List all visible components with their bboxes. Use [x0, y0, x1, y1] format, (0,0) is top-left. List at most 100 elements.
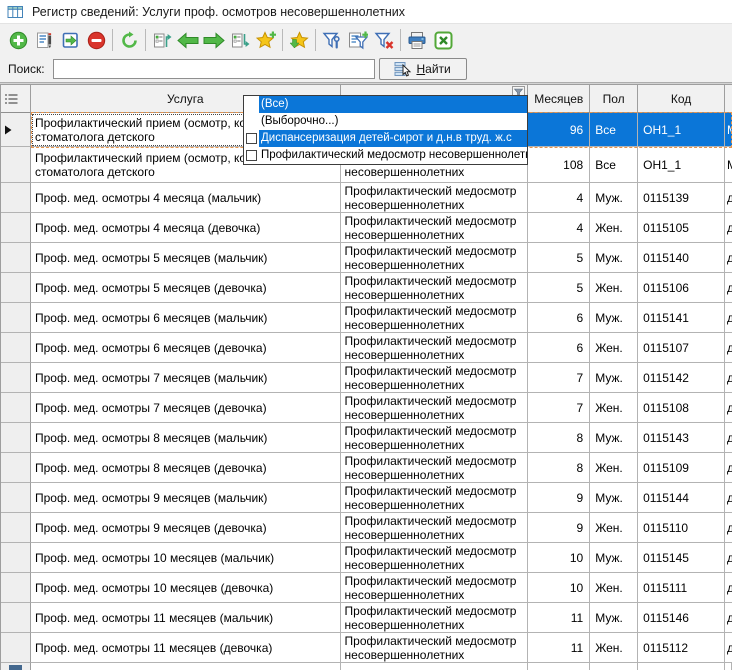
mon-cell[interactable]: 10	[528, 573, 590, 603]
svc-cell[interactable]: Проф. мед. осмотры 8 месяцев (девочка)	[31, 453, 341, 483]
frag-cell[interactable]: д	[725, 363, 732, 393]
filter-option[interactable]: (Все)	[244, 96, 527, 113]
table-row[interactable]: Проф. мед. осмотры 7 месяцев (девочка)Пр…	[1, 393, 732, 423]
svc-cell[interactable]: Проф. мед. осмотры 7 месяцев (мальчик)	[31, 363, 341, 393]
exam-cell[interactable]: Профилактический медосмотр несовершеннол…	[341, 513, 529, 543]
exam-cell[interactable]: Профилактический медосмотр несовершеннол…	[341, 423, 529, 453]
frag-cell[interactable]: д	[725, 483, 732, 513]
mon-cell[interactable]: 6	[528, 303, 590, 333]
exam-cell[interactable]: Профилактический медосмотр несовершеннол…	[341, 393, 529, 423]
mon-cell[interactable]: 4	[528, 183, 590, 213]
svc-cell[interactable]: Проф. мед. осмотры 5 месяцев (мальчик)	[31, 243, 341, 273]
filter-list-button[interactable]	[345, 26, 371, 54]
row-header-cell[interactable]	[1, 483, 31, 513]
mon-cell[interactable]: 11	[528, 603, 590, 633]
frag-cell[interactable]: д	[725, 183, 732, 213]
svc-cell[interactable]: Проф. мед. осмотры 6 месяцев (девочка)	[31, 333, 341, 363]
sex-cell[interactable]: Муж.	[590, 303, 638, 333]
table-row[interactable]: Проф. мед. осмотры 7 месяцев (мальчик)Пр…	[1, 363, 732, 393]
sex-cell[interactable]: Все	[590, 147, 638, 183]
frag-cell[interactable]: д	[725, 393, 732, 423]
row-header-cell[interactable]	[1, 213, 31, 243]
row-header-cell[interactable]	[1, 513, 31, 543]
search-input[interactable]	[53, 59, 375, 79]
code-cell[interactable]: 0115110	[638, 513, 725, 543]
column-header-code[interactable]: Код	[638, 85, 725, 113]
mon-cell[interactable]: 11	[528, 633, 590, 663]
filter-option[interactable]: Диспансеризация детей-сирот и д.н.в труд…	[244, 130, 527, 147]
table-row[interactable]: Проф. мед. осмотры 10 месяцев (девочка)П…	[1, 573, 732, 603]
row-header-cell[interactable]	[1, 183, 31, 213]
code-cell[interactable]: 0115106	[638, 273, 725, 303]
code-cell[interactable]: ОН1_1	[638, 113, 725, 147]
frag-cell[interactable]: д	[725, 633, 732, 663]
svc-cell[interactable]: Проф. мед. осмотры 4 месяца (девочка)	[31, 213, 341, 243]
sex-cell[interactable]: Муж.	[590, 483, 638, 513]
svc-cell[interactable]: Проф. мед. осмотры 5 месяцев (девочка)	[31, 273, 341, 303]
table-row[interactable]: Проф. мед. осмотры 11 месяцев (мальчик)П…	[1, 603, 732, 633]
row-header-cell[interactable]	[1, 113, 31, 147]
sex-cell[interactable]: Жен.	[590, 273, 638, 303]
code-cell[interactable]: 0115144	[638, 483, 725, 513]
filter-option-checkbox[interactable]	[246, 133, 257, 144]
sex-cell[interactable]: Жен.	[590, 393, 638, 423]
row-header-cell[interactable]	[1, 333, 31, 363]
arrow-left-button[interactable]	[175, 26, 201, 54]
table-row[interactable]: Проф. мед. осмотры 5 месяцев (девочка)Пр…	[1, 273, 732, 303]
mon-cell[interactable]: 6	[528, 333, 590, 363]
sex-cell[interactable]: Жен.	[590, 333, 638, 363]
row-header-cell[interactable]	[1, 243, 31, 273]
svc-cell[interactable]: Проф. мед. осмотры 7 месяцев (девочка)	[31, 393, 341, 423]
table-row[interactable]: Проф. мед. осмотры 6 месяцев (девочка)Пр…	[1, 333, 732, 363]
mon-cell[interactable]: 5	[528, 273, 590, 303]
copy-button[interactable]	[57, 26, 83, 54]
row-header-cell[interactable]	[1, 423, 31, 453]
code-cell[interactable]: 0115146	[638, 603, 725, 633]
exam-cell[interactable]: Профилактический медосмотр несовершеннол…	[341, 333, 529, 363]
code-cell[interactable]: 0115111	[638, 573, 725, 603]
exam-cell[interactable]: Профилактический медосмотр несовершеннол…	[341, 633, 529, 663]
exam-cell[interactable]: Профилактический медосмотр несовершеннол…	[341, 483, 529, 513]
mon-cell[interactable]: 5	[528, 243, 590, 273]
mon-cell[interactable]: 9	[528, 483, 590, 513]
svc-cell[interactable]: Проф. мед. осмотры 8 месяцев (мальчик)	[31, 423, 341, 453]
svc-cell[interactable]: Проф. мед. осмотры 11 месяцев (девочка)	[31, 633, 341, 663]
mon-cell[interactable]: 108	[528, 147, 590, 183]
column-header-sex[interactable]: Пол	[590, 85, 638, 113]
svc-cell[interactable]: Проф. мед. осмотры 9 месяцев (девочка)	[31, 513, 341, 543]
code-cell[interactable]: 0115145	[638, 543, 725, 573]
row-header-cell[interactable]	[1, 147, 31, 183]
mon-cell[interactable]: 9	[528, 513, 590, 543]
frag-cell[interactable]: М	[725, 147, 732, 183]
edit-button[interactable]	[31, 26, 57, 54]
filter-clear-button[interactable]	[371, 26, 397, 54]
row-header-cell[interactable]	[1, 633, 31, 663]
svc-cell[interactable]: Проф. мед. осмотры 10 месяцев (мальчик)	[31, 543, 341, 573]
print-button[interactable]	[404, 26, 430, 54]
sex-cell[interactable]: Жен.	[590, 453, 638, 483]
frag-cell[interactable]: д	[725, 303, 732, 333]
mon-cell[interactable]: 7	[528, 393, 590, 423]
row-header-cell[interactable]	[1, 453, 31, 483]
sex-cell[interactable]: Все	[590, 113, 638, 147]
sex-cell[interactable]: Жен.	[590, 213, 638, 243]
svc-cell[interactable]: Проф. мед. осмотры 10 месяцев (девочка)	[31, 573, 341, 603]
mon-cell[interactable]: 8	[528, 423, 590, 453]
exam-cell[interactable]: Профилактический медосмотр несовершеннол…	[341, 303, 529, 333]
exam-cell[interactable]: Профилактический медосмотр несовершеннол…	[341, 453, 529, 483]
table-row[interactable]: Проф. мед. осмотры 9 месяцев (мальчик)Пр…	[1, 483, 732, 513]
arrow-right-button[interactable]	[201, 26, 227, 54]
sex-cell[interactable]: Муж.	[590, 423, 638, 453]
sex-cell[interactable]: Муж.	[590, 363, 638, 393]
frag-cell[interactable]: д	[725, 273, 732, 303]
frag-cell[interactable]: д	[725, 573, 732, 603]
frag-cell[interactable]: д	[725, 333, 732, 363]
export-excel-button[interactable]	[430, 26, 456, 54]
exam-cell[interactable]: Профилактический медосмотр несовершеннол…	[341, 543, 529, 573]
star-go-button[interactable]	[286, 26, 312, 54]
code-cell[interactable]: ОН1_1	[638, 147, 725, 183]
row-header-cell[interactable]	[1, 273, 31, 303]
row-header-cell[interactable]	[1, 363, 31, 393]
frag-cell[interactable]: д	[725, 213, 732, 243]
refresh-button[interactable]	[116, 26, 142, 54]
